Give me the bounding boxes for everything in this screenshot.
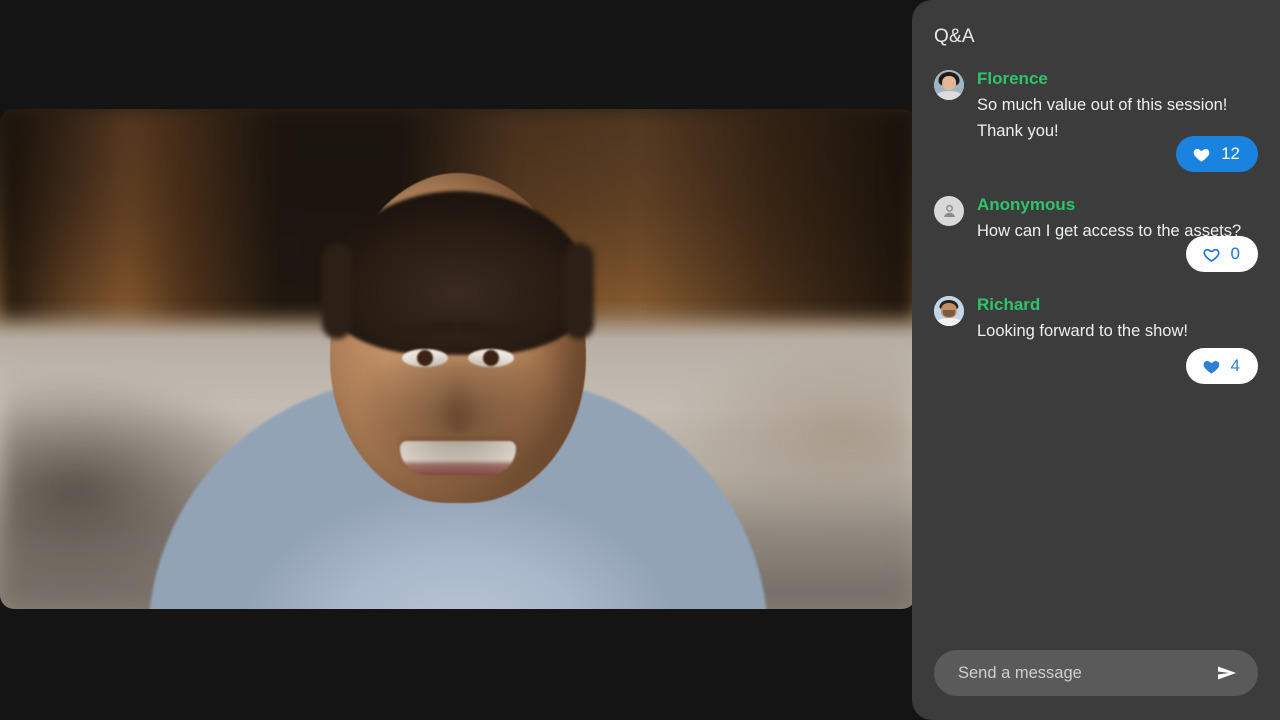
send-button[interactable] bbox=[1212, 658, 1242, 688]
avatar-richard-icon bbox=[934, 296, 964, 326]
person-glyph-icon bbox=[940, 202, 959, 221]
heart-filled-icon bbox=[1202, 357, 1221, 376]
like-count: 4 bbox=[1231, 348, 1240, 384]
video-stage[interactable]: Richard Looking forward to the show! bbox=[0, 109, 916, 609]
message-composer bbox=[912, 650, 1280, 720]
qa-panel-title: Q&A bbox=[912, 0, 1280, 48]
heart-filled-icon bbox=[1192, 145, 1211, 164]
message-author-name: Anonymous bbox=[977, 194, 1258, 216]
app-root: Richard Looking forward to the show! Q&A bbox=[0, 0, 1280, 720]
send-icon bbox=[1215, 661, 1239, 685]
avatar-florence-icon bbox=[934, 70, 964, 100]
message-author-name: Richard bbox=[977, 294, 1258, 316]
speaker-video-subject bbox=[178, 139, 738, 609]
composer-field-wrapper[interactable] bbox=[934, 650, 1258, 696]
like-count: 0 bbox=[1231, 236, 1240, 272]
like-count: 12 bbox=[1221, 136, 1240, 172]
message-author-name: Florence bbox=[977, 68, 1258, 90]
person-icon bbox=[934, 196, 964, 226]
heart-outline-icon bbox=[1202, 245, 1221, 264]
send-message-input[interactable] bbox=[958, 664, 1202, 683]
list-item[interactable]: Richard Looking forward to the show! 4 bbox=[934, 294, 1258, 384]
list-item[interactable]: Florence So much value out of this sessi… bbox=[934, 68, 1258, 172]
message-text: Looking forward to the show! bbox=[977, 318, 1258, 344]
like-button[interactable]: 12 bbox=[1176, 136, 1258, 172]
qa-panel: Q&A Florence So much value out of this s… bbox=[912, 0, 1280, 720]
like-button[interactable]: 0 bbox=[1186, 236, 1258, 272]
list-item[interactable]: Anonymous How can I get access to the as… bbox=[934, 194, 1258, 272]
like-button[interactable]: 4 bbox=[1186, 348, 1258, 384]
qa-message-list[interactable]: Florence So much value out of this sessi… bbox=[912, 48, 1280, 650]
